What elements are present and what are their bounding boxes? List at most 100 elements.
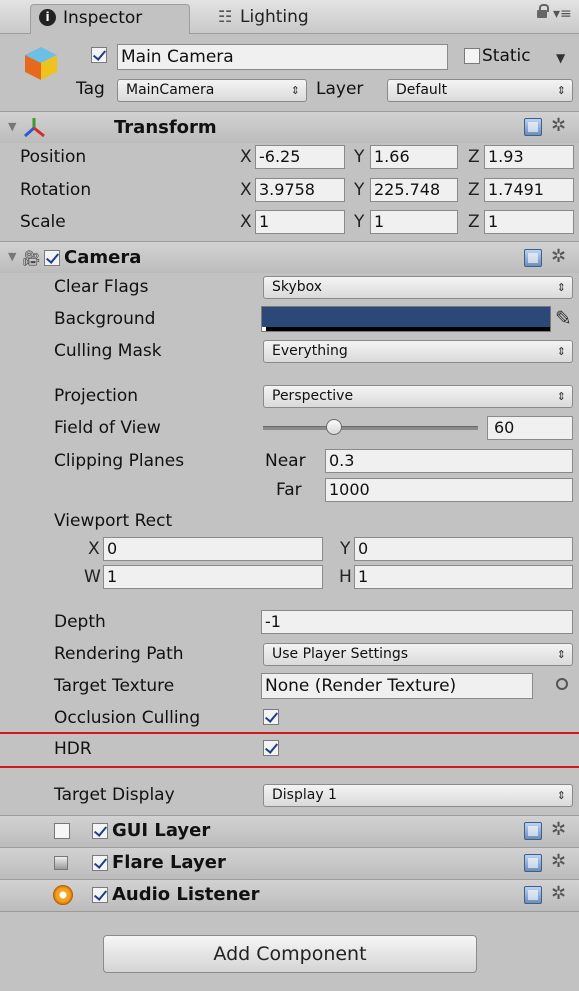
gui-layer-header[interactable] xyxy=(0,815,579,847)
flare-layer-icon xyxy=(54,856,68,870)
position-label: Position xyxy=(20,147,87,167)
viewport-y-label: Y xyxy=(340,539,351,559)
far-label: Far xyxy=(276,480,302,500)
layer-dropdown[interactable]: Default ⇕ xyxy=(387,79,573,102)
chevron-updown-icon: ⇕ xyxy=(556,390,566,403)
help-icon[interactable] xyxy=(524,249,542,267)
hdr-checkbox[interactable] xyxy=(263,740,279,756)
viewport-h-label: H xyxy=(339,567,352,587)
scale-z-field[interactable]: 1 xyxy=(484,210,574,234)
gear-icon[interactable]: ✲ xyxy=(551,851,566,872)
transform-header[interactable] xyxy=(0,111,579,143)
rendering-path-dropdown[interactable]: Use Player Settings ⇕ xyxy=(263,643,573,666)
object-picker-icon[interactable] xyxy=(556,678,568,690)
gui-layer-title: GUI Layer xyxy=(112,820,211,841)
help-icon[interactable] xyxy=(524,854,542,872)
transform-icon xyxy=(22,116,46,138)
background-label: Background xyxy=(54,309,156,329)
camera-title: Camera xyxy=(64,247,142,268)
static-label: Static xyxy=(482,46,531,66)
static-dropdown-icon[interactable]: ▼ xyxy=(556,51,565,65)
rotation-label: Rotation xyxy=(20,180,92,200)
rotation-x-field[interactable]: 3.9758 xyxy=(255,178,345,202)
gear-icon[interactable]: ✲ xyxy=(551,883,566,904)
fov-slider-track[interactable] xyxy=(263,426,478,430)
projection-dropdown[interactable]: Perspective ⇕ xyxy=(263,385,573,408)
fov-slider-thumb[interactable] xyxy=(325,419,342,435)
gameobject-icon xyxy=(22,44,60,82)
rendering-path-value: Use Player Settings xyxy=(272,646,409,662)
gui-layer-icon xyxy=(54,823,70,839)
chevron-updown-icon: ⇕ xyxy=(556,648,566,661)
tag-dropdown[interactable]: MainCamera ⇕ xyxy=(117,79,307,102)
active-checkbox[interactable] xyxy=(91,47,107,63)
eyedropper-icon[interactable]: ✎ xyxy=(555,306,572,330)
clear-flags-label: Clear Flags xyxy=(54,277,149,297)
target-texture-field[interactable]: None (Render Texture) xyxy=(261,673,533,699)
axis-z-label: Z xyxy=(468,180,480,200)
layer-label: Layer xyxy=(316,79,364,99)
fov-label: Field of View xyxy=(54,418,161,438)
gui-layer-checkbox[interactable] xyxy=(92,823,108,839)
foldout-arrow-icon[interactable]: ▼ xyxy=(8,250,16,263)
flare-layer-header[interactable] xyxy=(0,847,579,879)
viewport-w-label: W xyxy=(84,567,101,587)
tab-menu-icon[interactable]: ▾≡ xyxy=(553,6,572,22)
help-icon[interactable] xyxy=(524,822,542,840)
occlusion-culling-label: Occlusion Culling xyxy=(54,708,201,728)
tab-inspector[interactable]: i Inspector xyxy=(30,4,190,34)
gear-icon[interactable]: ✲ xyxy=(551,819,566,840)
help-icon[interactable] xyxy=(524,886,542,904)
position-z-field[interactable]: 1.93 xyxy=(484,145,574,169)
audio-listener-checkbox[interactable] xyxy=(92,887,108,903)
foldout-arrow-icon[interactable]: ▼ xyxy=(8,120,16,133)
object-name-field[interactable]: Main Camera xyxy=(117,44,448,70)
background-color-swatch[interactable] xyxy=(261,306,551,332)
help-icon[interactable] xyxy=(524,118,542,136)
scale-x-field[interactable]: 1 xyxy=(255,210,345,234)
alpha-bar-white xyxy=(262,327,266,331)
scale-label: Scale xyxy=(20,212,66,232)
audio-listener-header[interactable] xyxy=(0,879,579,911)
highlight-line-top xyxy=(0,732,579,734)
scale-y-field[interactable]: 1 xyxy=(370,210,458,234)
chevron-updown-icon: ⇕ xyxy=(556,84,566,97)
static-checkbox[interactable] xyxy=(464,48,480,64)
position-x-field[interactable]: -6.25 xyxy=(255,145,345,169)
layer-dropdown-value: Default xyxy=(396,82,448,98)
viewport-h-field[interactable]: 1 xyxy=(354,565,573,589)
axis-y-label: Y xyxy=(354,212,365,232)
depth-field[interactable]: -1 xyxy=(261,610,573,634)
viewport-y-field[interactable]: 0 xyxy=(354,537,573,561)
near-field[interactable]: 0.3 xyxy=(325,449,573,473)
culling-mask-dropdown[interactable]: Everything ⇕ xyxy=(263,340,573,363)
target-display-dropdown[interactable]: Display 1 ⇕ xyxy=(263,784,573,807)
gear-icon[interactable]: ✲ xyxy=(551,115,566,136)
rotation-z-field[interactable]: 1.7491 xyxy=(484,178,574,202)
viewport-w-field[interactable]: 1 xyxy=(103,565,323,589)
projection-value: Perspective xyxy=(272,388,354,404)
camera-enabled-checkbox[interactable] xyxy=(44,250,60,266)
chevron-updown-icon: ⇕ xyxy=(556,345,566,358)
rotation-y-field[interactable]: 225.748 xyxy=(370,178,458,202)
audio-listener-title: Audio Listener xyxy=(112,884,260,905)
flare-layer-title: Flare Layer xyxy=(112,852,226,873)
add-component-label: Add Component xyxy=(213,943,367,965)
target-display-value: Display 1 xyxy=(272,787,337,803)
far-field[interactable]: 1000 xyxy=(325,478,573,502)
highlight-line-bottom xyxy=(0,766,579,768)
fov-field[interactable]: 60 xyxy=(487,416,573,440)
tab-inspector-label: Inspector xyxy=(63,8,143,28)
viewport-x-field[interactable]: 0 xyxy=(103,537,323,561)
add-component-button[interactable]: Add Component xyxy=(103,935,477,973)
position-y-field[interactable]: 1.66 xyxy=(370,145,458,169)
camera-icon: 🎥︎ xyxy=(22,249,42,267)
gear-icon[interactable]: ✲ xyxy=(551,246,566,267)
target-texture-label: Target Texture xyxy=(54,676,175,696)
tab-lighting[interactable]: ☷ Lighting xyxy=(210,4,360,32)
projection-label: Projection xyxy=(54,386,139,406)
occlusion-culling-checkbox[interactable] xyxy=(263,709,279,725)
viewport-rect-label: Viewport Rect xyxy=(54,511,173,531)
clear-flags-dropdown[interactable]: Skybox ⇕ xyxy=(263,276,573,299)
flare-layer-checkbox[interactable] xyxy=(92,855,108,871)
